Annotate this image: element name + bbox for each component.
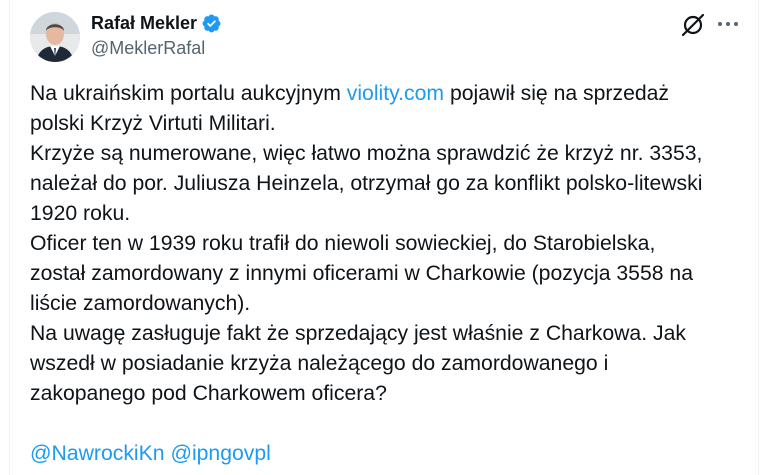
verified-badge-icon: [202, 14, 221, 32]
grok-icon[interactable]: [680, 12, 706, 38]
tweet-text: Na ukraińskim portalu aukcyjnym violity.…: [30, 79, 750, 409]
tweet-line: Oficer ten w 1939 roku trafił do niewoli…: [30, 232, 656, 255]
tweet-line: Na ukraińskim portalu aukcyjnym violity.…: [30, 79, 750, 109]
violity-link[interactable]: violity.com: [347, 82, 444, 105]
tweet-line: wszedł w posiadanie krzyża należącego do…: [30, 352, 609, 375]
mention-nawrockikn[interactable]: @NawrockiKn: [30, 442, 165, 465]
author-name-row[interactable]: Rafał Mekler: [91, 12, 222, 34]
mention-ipngovpl[interactable]: @ipngovpl: [170, 442, 270, 465]
author-name[interactable]: Rafał Mekler: [91, 13, 197, 34]
tweet-line: polski Krzyż Virtuti Militari.: [30, 112, 276, 135]
avatar-image: [30, 12, 80, 62]
tweet-text-segment: pojawił się na sprzedaż: [444, 82, 670, 105]
tweet-line: 1920 roku.: [30, 202, 131, 225]
tweet-line: został zamordowany z innymi oficerami w …: [30, 262, 693, 285]
tweet-line: liście zamordowanych).: [30, 292, 251, 315]
author-handle[interactable]: @MeklerRafal: [91, 38, 205, 59]
tweet-line: zakopanego pod Charkowem oficera?: [30, 382, 387, 405]
tweet-line: należał do por. Juliusza Heinzela, otrzy…: [30, 172, 703, 195]
mentions-row: @NawrockiKn @ipngovpl: [30, 439, 271, 469]
more-options-icon[interactable]: [716, 14, 740, 34]
avatar[interactable]: [30, 12, 80, 62]
tweet-line: Krzyże są numerowane, więc łatwo można s…: [30, 142, 703, 165]
tweet-line: Na uwagę zasługuje fakt że sprzedający j…: [30, 322, 686, 345]
tweet-text-segment: Na ukraińskim portalu aukcyjnym: [30, 82, 347, 105]
